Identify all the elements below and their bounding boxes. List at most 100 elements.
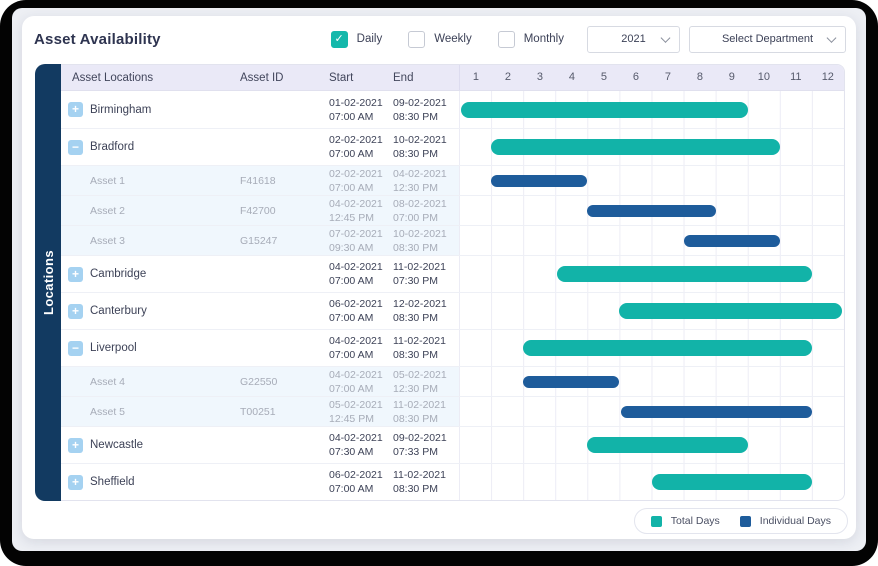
timeline-day-label: 8 xyxy=(684,65,716,90)
asset-row: Asset 5T0025105-02-202112:45 PM11-02-202… xyxy=(61,396,844,426)
start-date: 02-02-2021 xyxy=(329,167,393,181)
end-time: 08:30 PM xyxy=(393,241,459,255)
total-days-bar[interactable] xyxy=(491,139,780,155)
end-time: 12:30 PM xyxy=(393,181,459,195)
collapse-icon[interactable]: − xyxy=(68,140,83,155)
collapse-icon[interactable]: − xyxy=(68,341,83,356)
start-date: 06-02-2021 xyxy=(329,468,393,482)
locations-ribbon: Locations xyxy=(35,64,61,501)
checkbox-daily[interactable]: ✓ xyxy=(331,31,348,48)
start-date: 05-02-2021 xyxy=(329,398,393,412)
total-days-bar[interactable] xyxy=(557,266,812,282)
end-date: 11-02-2021 xyxy=(393,468,459,482)
checkbox-weekly[interactable] xyxy=(408,31,425,48)
individual-days-bar[interactable] xyxy=(684,235,780,247)
total-days-bar[interactable] xyxy=(652,474,812,490)
end-time: 08:30 PM xyxy=(393,482,459,496)
end-cell: 09-02-202108:30 PM xyxy=(393,91,459,128)
toggle-label-monthly: Monthly xyxy=(524,33,564,45)
row-info: +Cambridge04-02-202107:00 AM11-02-202107… xyxy=(61,256,459,292)
end-date: 11-02-2021 xyxy=(393,398,459,412)
name-cell: Asset 4 xyxy=(61,367,239,396)
grid-rows: +Birmingham01-02-202107:00 AM09-02-20210… xyxy=(61,91,844,500)
end-date: 11-02-2021 xyxy=(393,260,459,274)
year-select-value: 2021 xyxy=(621,33,645,45)
view-toggle-weekly[interactable]: Weekly xyxy=(408,31,472,48)
year-select[interactable]: 2021 xyxy=(587,26,680,53)
asset-row: Asset 4G2255004-02-202107:00 AM05-02-202… xyxy=(61,366,844,396)
column-header-end: End xyxy=(393,65,459,90)
individual-days-bar[interactable] xyxy=(491,175,587,187)
row-label: Liverpool xyxy=(90,342,137,354)
end-time: 08:30 PM xyxy=(393,110,459,124)
legend: Total DaysIndividual Days xyxy=(634,508,848,534)
end-time: 08:30 PM xyxy=(393,147,459,161)
end-time: 07:30 PM xyxy=(393,274,459,288)
timeline-day-label: 7 xyxy=(652,65,684,90)
location-row: +Cambridge04-02-202107:00 AM11-02-202107… xyxy=(61,255,844,292)
asset-row: Asset 1F4161802-02-202107:00 AM04-02-202… xyxy=(61,165,844,195)
row-timeline xyxy=(459,226,844,255)
row-info: +Birmingham01-02-202107:00 AM09-02-20210… xyxy=(61,91,459,128)
row-timeline xyxy=(459,196,844,225)
start-time: 07:00 AM xyxy=(329,482,393,496)
column-header-start: Start xyxy=(329,65,393,90)
asset-id-cell: F41618 xyxy=(239,166,329,195)
row-info: Asset 2F4270004-02-202112:45 PM08-02-202… xyxy=(61,196,459,225)
card-footer: Total DaysIndividual Days xyxy=(22,501,856,534)
total-days-bar[interactable] xyxy=(461,102,748,118)
end-time: 07:00 PM xyxy=(393,211,459,225)
row-info: +Newcastle04-02-202107:30 AM09-02-202107… xyxy=(61,427,459,463)
row-label: Asset 5 xyxy=(90,406,125,418)
end-time: 08:30 PM xyxy=(393,311,459,325)
asset-id-cell: G22550 xyxy=(239,367,329,396)
timeline-day-label: 2 xyxy=(492,65,524,90)
end-date: 08-02-2021 xyxy=(393,197,459,211)
location-row: −Liverpool04-02-202107:00 AM11-02-202108… xyxy=(61,329,844,366)
start-date: 04-02-2021 xyxy=(329,260,393,274)
end-cell: 11-02-202108:30 PM xyxy=(393,397,459,426)
view-toggle-monthly[interactable]: Monthly xyxy=(498,31,564,48)
legend-item-individual-days: Individual Days xyxy=(740,515,831,527)
expand-icon[interactable]: + xyxy=(68,438,83,453)
individual-days-bar[interactable] xyxy=(523,376,619,388)
start-time: 12:45 PM xyxy=(329,211,393,225)
expand-icon[interactable]: + xyxy=(68,475,83,490)
start-time: 07:30 AM xyxy=(329,445,393,459)
row-label: Asset 1 xyxy=(90,175,125,187)
end-cell: 11-02-202108:30 PM xyxy=(393,330,459,366)
name-cell: −Bradford xyxy=(61,129,239,165)
expand-icon[interactable]: + xyxy=(68,304,83,319)
start-date: 02-02-2021 xyxy=(329,133,393,147)
department-select[interactable]: Select Department xyxy=(689,26,846,53)
row-label: Bradford xyxy=(90,141,134,153)
expand-icon[interactable]: + xyxy=(68,267,83,282)
asset-id-cell xyxy=(239,427,329,463)
view-toggle-daily[interactable]: ✓Daily xyxy=(331,31,383,48)
end-time: 08:30 PM xyxy=(393,412,459,426)
start-cell: 04-02-202107:30 AM xyxy=(329,427,393,463)
end-date: 05-02-2021 xyxy=(393,368,459,382)
row-timeline xyxy=(459,367,844,396)
total-days-bar[interactable] xyxy=(619,303,842,319)
start-time: 07:00 AM xyxy=(329,147,393,161)
row-info: Asset 3G1524707-02-202109:30 AM10-02-202… xyxy=(61,226,459,255)
start-cell: 04-02-202112:45 PM xyxy=(329,196,393,225)
end-date: 09-02-2021 xyxy=(393,431,459,445)
name-cell: Asset 3 xyxy=(61,226,239,255)
timeline-header: 123456789101112 xyxy=(459,65,844,90)
grid-header: Asset Locations Asset ID Start End 12345… xyxy=(61,65,844,91)
row-label: Asset 3 xyxy=(90,235,125,247)
row-info: +Canterbury06-02-202107:00 AM12-02-20210… xyxy=(61,293,459,329)
individual-days-bar[interactable] xyxy=(587,205,715,217)
individual-days-bar[interactable] xyxy=(621,406,812,418)
end-date: 12-02-2021 xyxy=(393,297,459,311)
total-days-bar[interactable] xyxy=(523,340,812,356)
row-label: Birmingham xyxy=(90,104,151,116)
checkbox-monthly[interactable] xyxy=(498,31,515,48)
total-days-bar[interactable] xyxy=(587,437,747,453)
toggle-label-weekly: Weekly xyxy=(434,33,472,45)
location-row: +Birmingham01-02-202107:00 AM09-02-20210… xyxy=(61,91,844,128)
expand-icon[interactable]: + xyxy=(68,102,83,117)
name-cell: Asset 1 xyxy=(61,166,239,195)
